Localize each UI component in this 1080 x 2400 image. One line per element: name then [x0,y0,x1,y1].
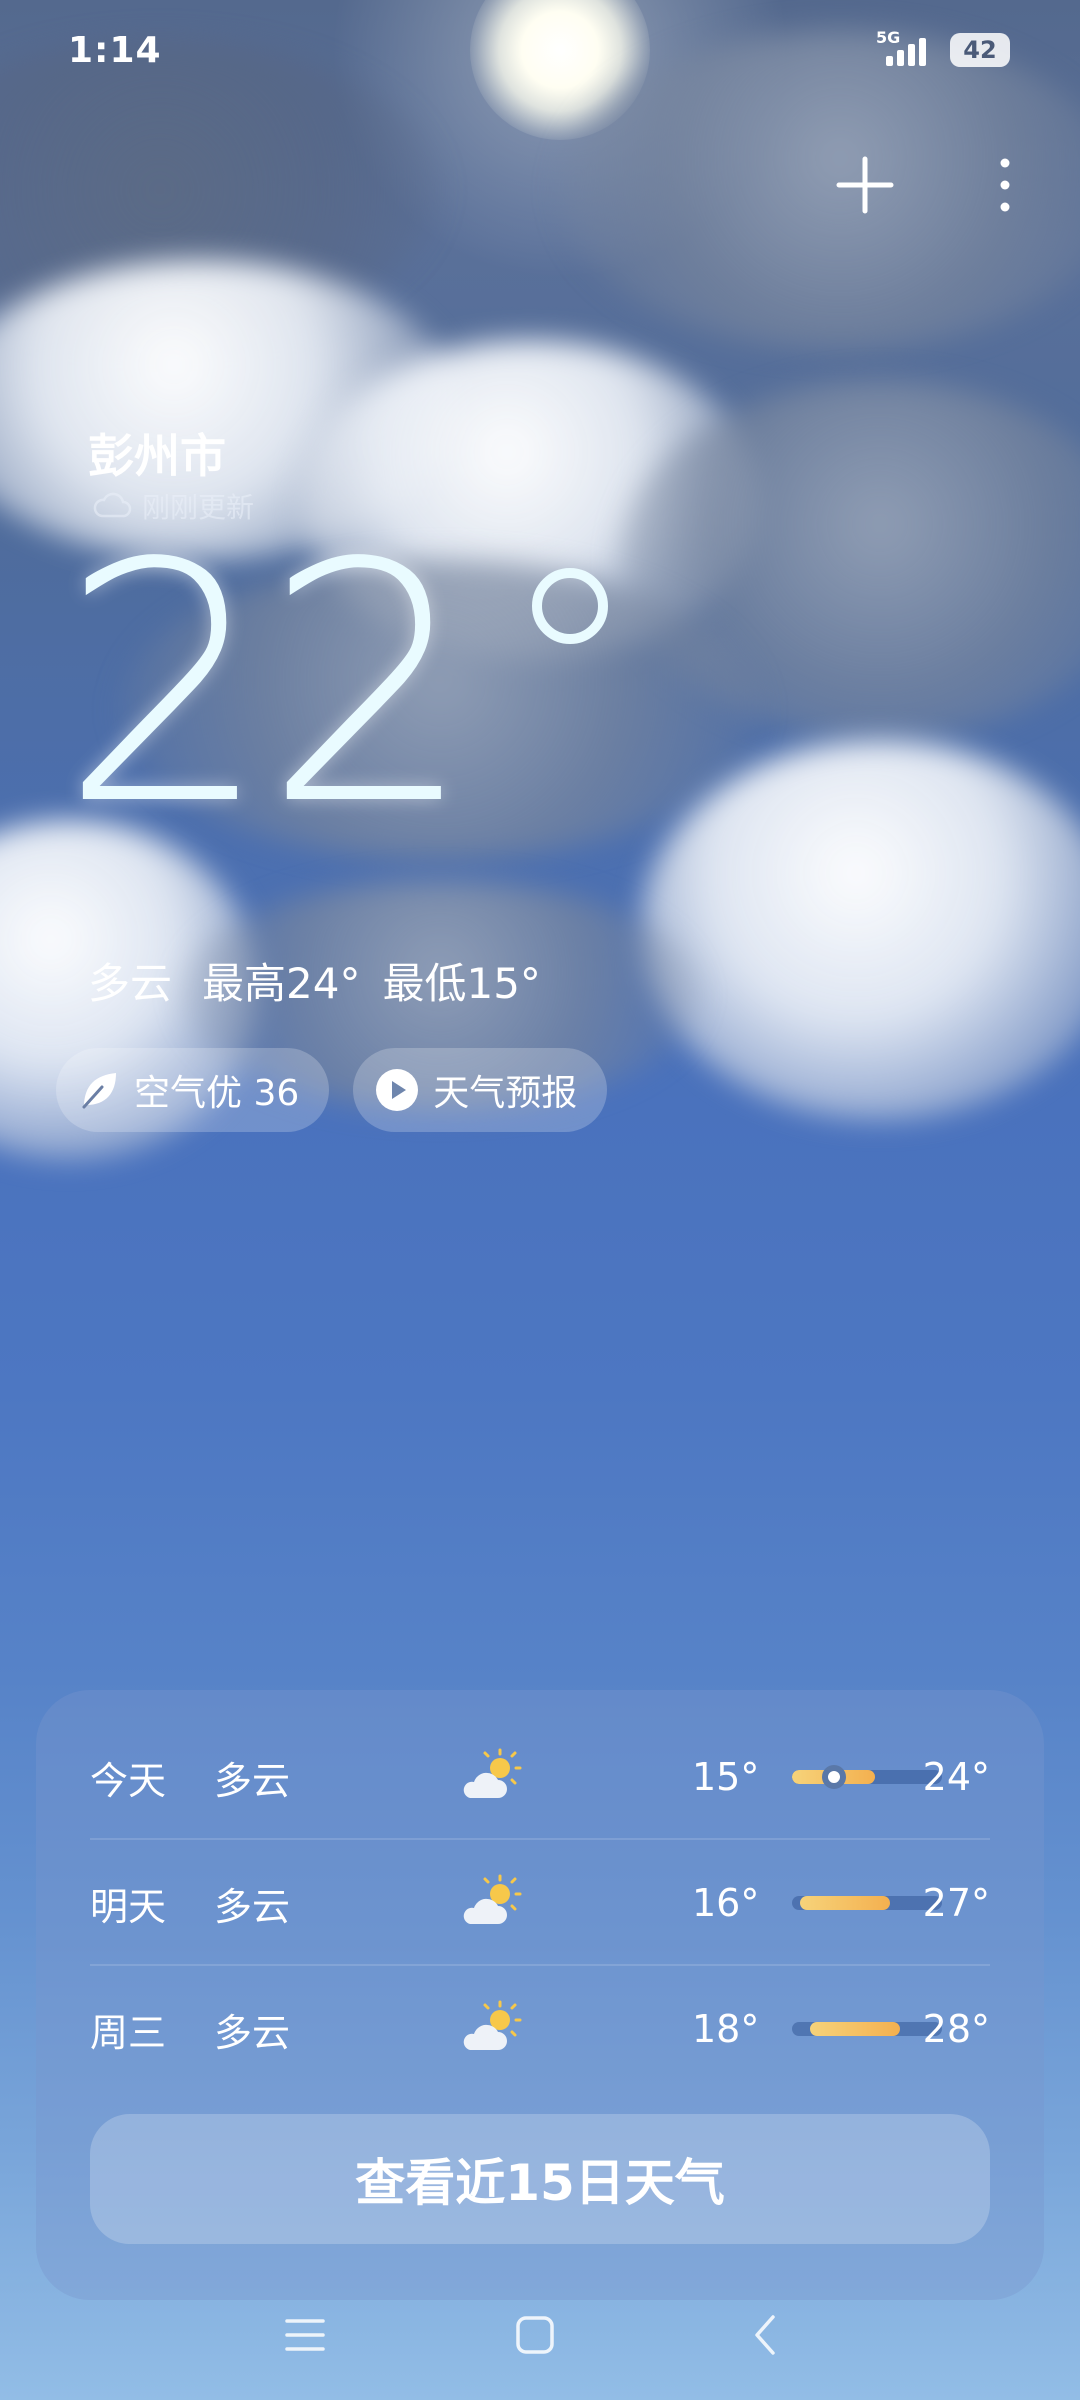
current-condition: 多云 [88,959,173,1008]
status-time: 1:14 [68,30,162,71]
temp-range-bar [792,1896,942,1910]
more-vertical-icon[interactable] [970,150,1040,220]
city-name[interactable]: 彭州市 [88,420,226,486]
play-icon [376,1069,419,1111]
forecast-high: 24° [922,1755,990,1799]
low-temp: 最低15° [382,959,541,1008]
navigation-bar [0,2270,1080,2400]
current-temperature: 22 [60,493,474,877]
air-quality-label: 空气优 36 [134,1073,300,1114]
forecast-condition: 多云 [214,1758,291,1803]
temp-range-fill [810,2022,900,2036]
menu-icon[interactable] [255,2290,355,2380]
plus-icon[interactable] [830,150,900,220]
temp-range-fill [799,1896,890,1910]
view-15-day-button[interactable]: 查看近15日天气 [90,2114,990,2244]
degree-symbol [532,568,608,644]
status-icons: 5G 42 [876,30,1010,70]
forecast-high: 27° [922,1881,990,1925]
home-icon[interactable] [485,2290,585,2380]
high-temp: 最高24° [202,959,361,1008]
temp-range-bar [792,2022,942,2036]
forecast-low: 15° [692,1755,760,1799]
forecast-day: 周三 [90,2010,167,2055]
weather-forecast-chip[interactable]: 天气预报 [353,1048,608,1132]
forecast-card: 今天 多云 15° 24° 明天 多云 16° 27° 周三 多云 18° 28… [36,1690,1044,2300]
temp-range-bar [792,1770,942,1784]
weather-forecast-label: 天气预报 [433,1073,578,1114]
forecast-low: 18° [692,2007,760,2051]
current-temp-marker [822,1765,846,1789]
partly-cloudy-icon [463,2000,522,2050]
forecast-day: 今天 [90,1758,167,1803]
info-chips: 空气优 36 天气预报 [56,1048,608,1132]
forecast-high: 28° [922,2007,990,2051]
leaf-icon [82,1073,116,1109]
weather-summary: 多云 最高24° 最低15° [88,950,541,1011]
forecast-low: 16° [692,1881,760,1925]
back-icon[interactable] [715,2290,815,2380]
forecast-condition: 多云 [214,1884,291,1929]
forecast-row-wednesday[interactable]: 周三 多云 18° 28° [90,1966,990,2092]
forecast-row-tomorrow[interactable]: 明天 多云 16° 27° [90,1840,990,1966]
forecast-day: 明天 [90,1884,167,1929]
weather-screen: 1:14 5G 42 彭州市 刚刚更新 22 多云 最高24° 最低15° 空气… [0,0,1080,2400]
cloud [640,740,1080,1120]
partly-cloudy-icon [463,1748,522,1798]
status-bar: 1:14 5G 42 [0,0,1080,100]
forecast-row-today[interactable]: 今天 多云 15° 24° [90,1714,990,1840]
network-label: 5G [876,28,901,47]
battery-icon: 42 [950,33,1010,67]
signal-icon: 5G [876,30,936,70]
forecast-condition: 多云 [214,2010,291,2055]
partly-cloudy-icon [463,1874,522,1924]
air-quality-chip[interactable]: 空气优 36 [56,1048,330,1132]
top-actions [830,150,1040,220]
